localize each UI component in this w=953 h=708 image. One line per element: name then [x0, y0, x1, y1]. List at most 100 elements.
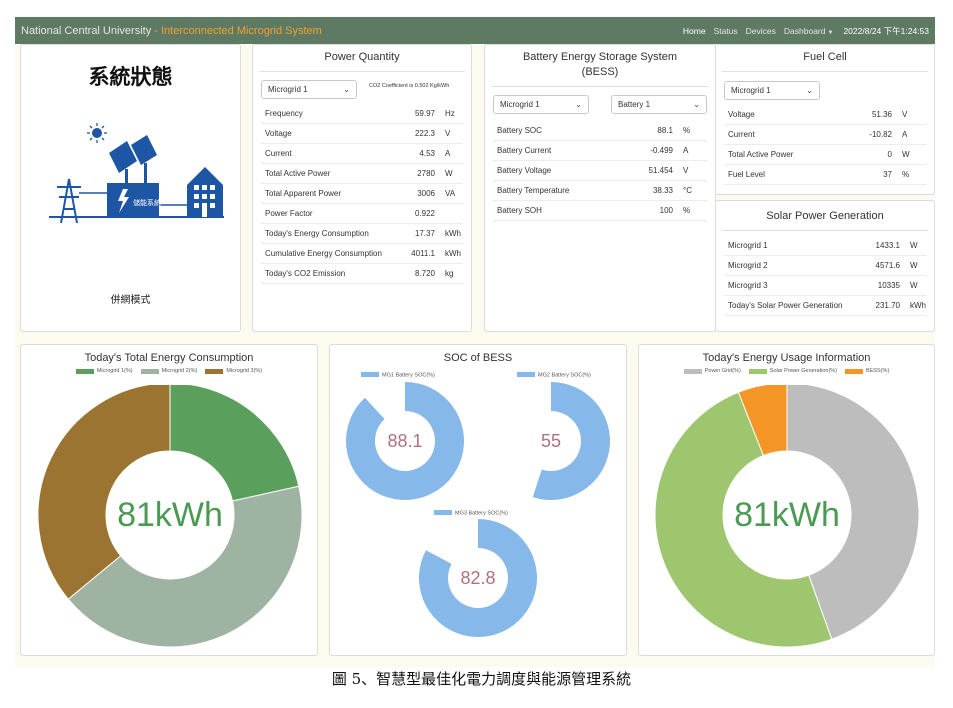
table-row: Cumulative Energy Consumption 4011.1 kWh [261, 244, 463, 264]
soc-legend-label-2: MG2 Battery SOC(%) [538, 373, 591, 379]
caret-down-icon: ▼ [827, 29, 834, 36]
legend-swatch [517, 372, 535, 377]
row-unit: VA [445, 189, 456, 198]
row-value: -0.499 [650, 146, 673, 155]
row-value: 3006 [417, 189, 435, 198]
row-label: Total Active Power [728, 150, 794, 159]
soc-legend-label-1: MG1 Battery SOC(%) [382, 373, 435, 379]
solar-panel: Solar Power Generation Microgrid 1 1433.1… [715, 200, 935, 332]
row-unit: V [683, 166, 689, 175]
row-label: Current [728, 130, 755, 139]
soc-chart-panel: SOC of BESS 88.1 MG1 Battery SOC(%) 55 MG2 … [329, 344, 627, 656]
legend-item[interactable]: Microgrid 3(%) [205, 368, 262, 374]
table-row: Battery Current -0.499 A [493, 141, 707, 161]
legend-item[interactable]: Solar Power Generation(%) [748, 368, 838, 374]
table-row: Battery SOC 88.1% [493, 121, 707, 141]
dashboard-app: National Central University - Interconne… [15, 17, 935, 667]
row-label: Current [265, 149, 292, 158]
battery-select-value: Battery 1 [618, 100, 651, 109]
navbar: National Central University - Interconne… [15, 17, 935, 44]
legend-label: Microgrid 2(%) [161, 368, 198, 374]
nav-dashboard-dropdown[interactable]: Dashboard ▼ [784, 26, 834, 36]
row-value: 0 [887, 150, 892, 159]
energy-usage-chart-panel: Today's Energy Usage Information Power G… [638, 344, 935, 656]
table-row: Microgrid 2 4571.6 W [724, 256, 926, 276]
usage-center-label: 81kWh [734, 496, 840, 534]
fuel-cell-microgrid-select[interactable]: Microgrid 1 ⌄ [724, 81, 820, 100]
soc-title: SOC of BESS [443, 352, 513, 364]
row-label: Microgrid 2 [728, 261, 768, 270]
nav-status[interactable]: Status [714, 26, 738, 36]
co2-coefficient-note: CO2 Coefficient is 0.502 Kg/kWh [369, 82, 450, 89]
row-label: Battery Temperature [497, 186, 570, 195]
house-icon [187, 167, 223, 217]
fuel-cell-title: Fuel Cell [803, 51, 847, 63]
row-value: 231.70 [875, 301, 900, 310]
nav-devices[interactable]: Devices [746, 26, 776, 36]
sun-icon [87, 123, 107, 143]
legend-item[interactable]: BESS(%) [845, 368, 889, 374]
table-row: Total Apparent Power 3006 VA [261, 184, 463, 204]
table-row: Voltage 51.36 V [724, 105, 926, 125]
bess-table: Battery SOC 88.1% Battery Current -0.499 A Ba… [493, 121, 707, 221]
table-row: Current 4.53 A [261, 144, 463, 164]
legend-item[interactable]: Microgrid 1(%) [75, 368, 133, 374]
soc-donuts[interactable]: 88.1 MG1 Battery SOC(%) 55 MG2 Battery SOC(… [330, 367, 628, 657]
row-label: Microgrid 3 [728, 281, 768, 290]
brand[interactable]: National Central University - Interconne… [21, 25, 322, 37]
energy-consumption-donut[interactable]: 81kWh [21, 385, 319, 655]
chevron-down-icon: ⌄ [575, 100, 582, 109]
table-row: Microgrid 3 10335 W [724, 276, 926, 296]
brand-separator: - [151, 24, 161, 37]
legend-swatch [140, 368, 159, 374]
row-value: -10.82 [869, 130, 892, 139]
bess-title: Battery Energy Storage System (BESS) [485, 45, 715, 80]
row-unit: A [683, 146, 689, 155]
row-value: 88.1 [657, 126, 673, 135]
row-label: Battery SOC [497, 126, 542, 135]
chevron-down-icon: ⌄ [343, 85, 350, 94]
bess-microgrid-select[interactable]: Microgrid 1 ⌄ [493, 95, 589, 114]
row-unit: % [683, 206, 691, 215]
energy-usage-donut[interactable]: 81kWh [639, 385, 935, 655]
legend-item[interactable]: Power Grid(%) [683, 368, 741, 374]
legend-label: Solar Power Generation(%) [769, 368, 838, 374]
row-label: Battery Current [497, 146, 552, 155]
operation-mode: 併網模式 [110, 295, 151, 306]
row-label: Total Active Power [265, 169, 331, 178]
legend-item[interactable]: Microgrid 2(%) [140, 368, 198, 374]
fuel-cell-table: Voltage 51.36 V Current -10.82 A Total Active … [724, 105, 926, 185]
row-value: 0.922 [414, 209, 435, 218]
row-value: 10335 [877, 281, 900, 290]
soc-value-3: 82.8 [460, 568, 495, 588]
row-label: Battery SOH [497, 206, 542, 215]
row-unit: % [902, 170, 910, 179]
row-unit: W [910, 261, 918, 270]
microgrid-select[interactable]: Microgrid 1 ⌄ [261, 80, 357, 99]
battery-select[interactable]: Battery 1 ⌄ [611, 95, 707, 114]
brand-main: National Central University [21, 24, 152, 37]
legend-swatch [434, 510, 452, 515]
legend-swatch [205, 368, 224, 374]
table-row: Battery Temperature 38.33 °C [493, 181, 707, 201]
solar-panel-icon [109, 135, 157, 183]
table-row: Current -10.82 A [724, 125, 926, 145]
row-label: Today's Solar Power Generation [728, 301, 843, 310]
row-value: 4.53 [419, 149, 435, 158]
consumption-slice-1[interactable] [169, 385, 300, 502]
nav-home[interactable]: Home [683, 26, 706, 36]
consumption-slice-3[interactable] [37, 385, 171, 600]
row-label: Today's Energy Consumption [265, 229, 369, 238]
row-unit: A [445, 149, 451, 158]
row-value: 1433.1 [875, 241, 900, 250]
row-unit: W [902, 150, 910, 159]
row-value: 4011.1 [411, 249, 435, 258]
table-row: Voltage 222.3 V [261, 124, 463, 144]
legend-swatch [683, 368, 702, 374]
row-label: Voltage [265, 129, 292, 138]
soc-value-2: 55 [541, 431, 561, 451]
bess-title-line1: Battery Energy Storage System [522, 51, 678, 63]
row-value: 2780 [417, 169, 435, 178]
microgrid-select-value: Microgrid 1 [268, 85, 308, 94]
row-label: Microgrid 1 [728, 241, 768, 250]
